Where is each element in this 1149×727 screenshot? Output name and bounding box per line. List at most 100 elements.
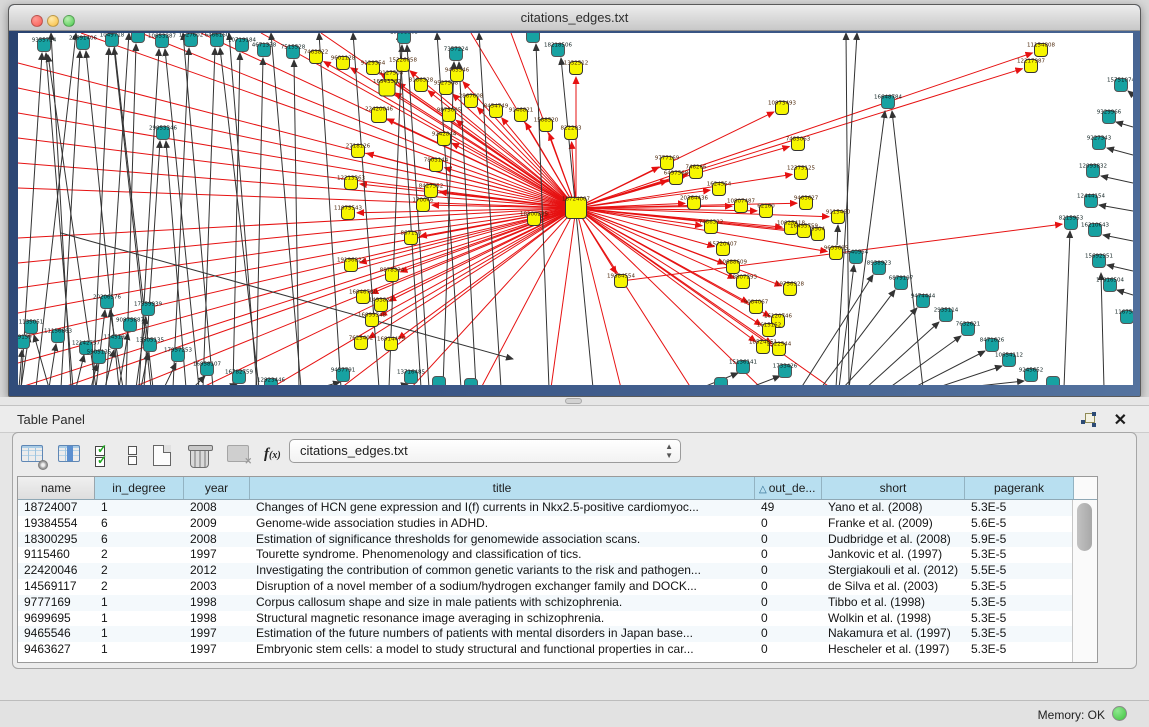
graph-node-teal[interactable]: 15136141 (729, 360, 757, 374)
table-row[interactable]: 946362711997Embryonic stem cells: a mode… (18, 642, 1097, 658)
graph-node-yellow[interactable]: 9146821 (509, 108, 534, 122)
graph-node-teal[interactable]: 12923446 (257, 378, 285, 386)
table-row[interactable]: 1456911722003Disruption of a novel membe… (18, 579, 1097, 595)
graph-node-teal[interactable]: 7515528 (281, 45, 306, 59)
graph-node-teal[interactable]: 8215953 (1059, 216, 1084, 230)
graph-node-teal[interactable] (1047, 377, 1060, 386)
graph-node-yellow[interactable]: 9527508 (434, 81, 459, 95)
citation-network-graph[interactable]: 1872400718300295193845547463822960112891… (18, 33, 1133, 385)
graph-node-teal[interactable]: 16782759 (225, 370, 253, 384)
select-columns-button[interactable] (58, 445, 82, 467)
row-height-button[interactable] (124, 445, 140, 467)
graph-node-yellow[interactable]: 8878334 (380, 268, 405, 282)
column-header-short[interactable]: short (822, 477, 965, 499)
graph-node-yellow[interactable]: 7485063 (786, 137, 811, 151)
graph-node-teal[interactable]: 7357224 (444, 47, 469, 61)
select-rows-button[interactable] (95, 445, 111, 467)
table-settings-button[interactable] (21, 445, 45, 467)
graph-node-teal[interactable]: 8471626 (980, 338, 1005, 352)
float-panel-icon[interactable] (1081, 412, 1097, 428)
table-row[interactable]: 1938455462009Genome-wide association stu… (18, 516, 1097, 532)
column-header-year[interactable]: year (184, 477, 250, 499)
graph-node-teal[interactable]: 1843704 (126, 33, 151, 43)
close-panel-icon[interactable]: ✕ (1114, 410, 1127, 430)
graph-node-yellow[interactable]: 19196822 (337, 258, 365, 272)
table-row[interactable]: 911546021997Tourette syndrome. Phenomeno… (18, 547, 1097, 563)
graph-node-teal[interactable]: 12093832 (1079, 164, 1107, 178)
graph-node-yellow[interactable]: 170046 (413, 198, 434, 212)
table-row[interactable]: 1830029562008Estimation of significance … (18, 532, 1097, 548)
graph-node-teal[interactable]: 1167533 (1115, 310, 1133, 324)
graph-node-yellow[interactable]: 11154808 (1027, 43, 1055, 57)
graph-node-teal[interactable]: 17957253 (164, 348, 192, 362)
graph-node-yellow[interactable]: 6497568 (664, 171, 689, 185)
graph-node-teal[interactable]: 1135051 (19, 320, 44, 334)
graph-node-yellow[interactable]: 19756928 (776, 282, 804, 296)
window-titlebar[interactable]: citations_edges.txt (9, 5, 1140, 31)
graph-node-yellow[interactable]: 16099348 (358, 313, 386, 327)
graph-node-yellow[interactable]: 1332512 (564, 61, 589, 75)
table-row[interactable]: 969969511998Structural magnetic resonanc… (18, 611, 1097, 627)
graph-node-yellow[interactable]: 15226058 (389, 58, 417, 72)
graph-node-teal[interactable]: 2935114 (934, 308, 959, 322)
column-header-title[interactable]: title (250, 477, 755, 499)
graph-node-teal[interactable]: 13505135 (136, 338, 164, 352)
graph-node-teal[interactable]: 6879197 (889, 276, 914, 290)
scrollbar-thumb[interactable] (1077, 503, 1092, 551)
graph-node-teal[interactable]: 17359939 (134, 302, 162, 316)
graph-node-teal[interactable] (715, 378, 728, 386)
column-header-name[interactable]: name (18, 477, 95, 499)
graph-node-teal[interactable]: 8938923 (867, 261, 892, 275)
graph-node-yellow[interactable]: 822203 (561, 126, 582, 140)
graph-node-teal[interactable]: 9474444 (911, 294, 936, 308)
network-table-select[interactable]: citations_edges.txt ▲▼ (289, 439, 681, 463)
graph-node-teal[interactable]: 1527602 (179, 33, 204, 47)
table-row[interactable]: 2242004622012Investigating the contribut… (18, 563, 1097, 579)
graph-node-yellow[interactable]: 9463627 (794, 196, 819, 210)
graph-node-teal[interactable] (433, 377, 446, 386)
graph-node-yellow[interactable]: 20364436 (680, 196, 708, 210)
graph-node-teal[interactable]: 1049718 (100, 33, 125, 47)
graph-node-yellow[interactable]: 1624554 (707, 182, 732, 196)
table-row[interactable]: 1872400712008Changes of HCN gene express… (18, 500, 1097, 516)
graph-node-yellow[interactable]: 2718126 (346, 144, 371, 158)
graph-node-teal[interactable]: 9355724 (32, 38, 57, 52)
graph-node-yellow[interactable]: 19384554 (607, 274, 635, 288)
graph-node-teal[interactable]: 39159 (18, 335, 32, 349)
graph-node-yellow[interactable]: 62160 (757, 204, 775, 218)
graph-node-yellow[interactable]: 5904 (811, 227, 825, 241)
graph-node-teal[interactable]: 9329966 (1097, 110, 1122, 124)
graph-node-teal[interactable]: 17016504 (1096, 278, 1124, 292)
graph-node-teal[interactable]: 15751074 (1107, 78, 1133, 92)
graph-node-teal[interactable]: 16648784 (874, 95, 902, 109)
create-table-button[interactable] (153, 445, 177, 467)
graph-node-teal[interactable]: 16210643 (1081, 223, 1109, 237)
graph-node-teal[interactable]: 18218506 (544, 43, 572, 57)
graph-node-yellow[interactable]: 12217987 (1017, 59, 1045, 73)
graph-node-teal[interactable]: 9245652 (1019, 368, 1044, 382)
graph-node-yellow[interactable]: 16914479 (377, 337, 405, 351)
graph-node-yellow[interactable]: 1615152 (757, 323, 782, 337)
delete-rows-button[interactable] (190, 445, 214, 467)
graph-node-teal[interactable]: 1733426 (773, 364, 798, 378)
column-header-out_de[interactable]: △out_de... (755, 477, 822, 499)
graph-node-yellow[interactable]: 18807293 (729, 275, 757, 289)
graph-node-teal[interactable]: 8813054 (521, 33, 546, 43)
column-header-pagerank[interactable]: pagerank (965, 477, 1074, 499)
graph-node-teal[interactable]: 19053803 (390, 33, 418, 44)
graph-node-yellow[interactable]: 8186328 (409, 78, 434, 92)
graph-node-yellow[interactable]: 12375125 (787, 166, 815, 180)
graph-node-yellow[interactable]: 7463822 (304, 50, 329, 64)
table-row[interactable]: 946554611997Estimation of the future num… (18, 626, 1097, 642)
graph-node-teal[interactable]: 7632621 (956, 322, 981, 336)
graph-node-yellow[interactable]: 7486322 (699, 220, 724, 234)
graph-node-teal[interactable]: 9227343 (1087, 136, 1112, 150)
graph-node-yellow[interactable]: 9115460 (826, 210, 851, 224)
graph-node-yellow[interactable]: 2522544 (767, 342, 792, 356)
column-header-in_degree[interactable]: in_degree (95, 477, 184, 499)
graph-node-yellow[interactable]: 7625402 (349, 336, 374, 350)
graph-node-yellow[interactable]: 18724007 (562, 197, 590, 219)
graph-node-yellow[interactable]: 1588520 (534, 118, 559, 132)
graph-node-yellow[interactable]: 15720407 (709, 242, 737, 256)
graph-node-yellow[interactable]: 9084067 (744, 300, 769, 314)
